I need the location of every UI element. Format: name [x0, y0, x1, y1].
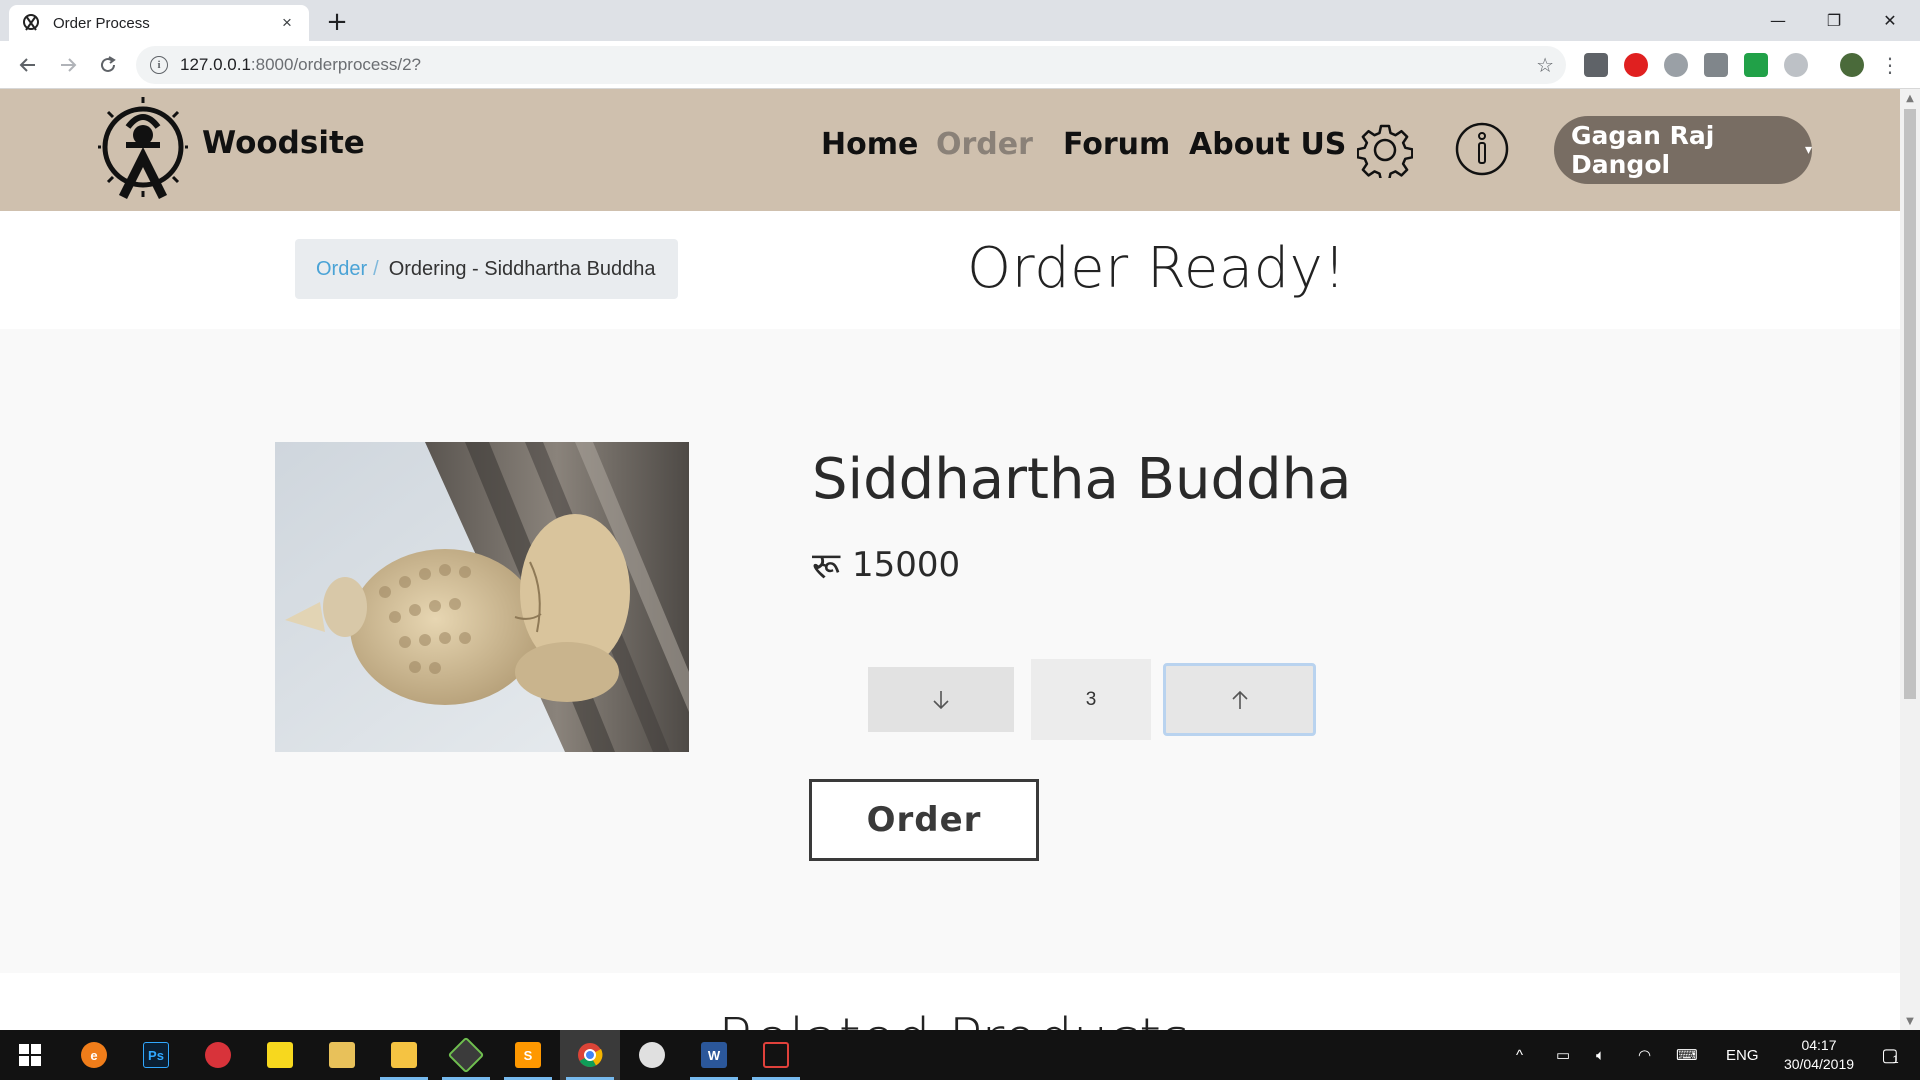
- taskbar-word[interactable]: W: [684, 1030, 744, 1080]
- user-menu-dropdown[interactable]: Gagan Raj Dangol ▾: [1554, 116, 1812, 184]
- volume-icon[interactable]: 🔈︎: [1596, 1030, 1605, 1080]
- taskbar-sticky-notes[interactable]: [250, 1030, 310, 1080]
- browser-menu-icon[interactable]: ⋮: [1880, 53, 1900, 77]
- minimize-button[interactable]: —: [1750, 0, 1806, 41]
- gear-icon[interactable]: [1357, 122, 1413, 178]
- windows-taskbar: e Ps S W ^ ▭ 🔈︎ ◠ ⌨︎ ENG 04:17 30/04/201…: [0, 1030, 1920, 1080]
- chrome-icon: [578, 1043, 603, 1068]
- new-tab-button[interactable]: +: [320, 7, 354, 37]
- taskbar-app-12[interactable]: [746, 1030, 806, 1080]
- app-paint-icon: [639, 1042, 665, 1068]
- sticky-notes-icon: [267, 1042, 293, 1068]
- user-name: Gagan Raj Dangol: [1571, 121, 1715, 179]
- taskbar-app-10[interactable]: [622, 1030, 682, 1080]
- app-red-icon: [205, 1042, 231, 1068]
- taskbar-clock[interactable]: 04:17 30/04/2019: [1776, 1036, 1862, 1074]
- extension-icon-3[interactable]: [1664, 53, 1688, 77]
- product-image: [275, 442, 689, 752]
- address-bar[interactable]: i 127.0.0.1:8000/orderprocess/2? ☆: [136, 46, 1566, 84]
- taskbar-edge[interactable]: e: [64, 1030, 124, 1080]
- scroll-up-icon[interactable]: ▲: [1900, 89, 1920, 107]
- site-navbar: Woodsite Home Order Forum About US Gagan…: [0, 89, 1900, 211]
- windows-logo-icon: [19, 1044, 41, 1066]
- taskbar-sublime[interactable]: S: [498, 1030, 558, 1080]
- tab-title: Order Process: [53, 14, 150, 32]
- keyboard-icon[interactable]: ⌨︎: [1676, 1030, 1698, 1080]
- back-icon[interactable]: [14, 51, 42, 79]
- wifi-icon[interactable]: ◠: [1638, 1030, 1651, 1080]
- forward-icon[interactable]: [54, 51, 82, 79]
- notification-count: 1: [1892, 1054, 1899, 1066]
- price-value: 15000: [851, 544, 961, 585]
- taskbar-app-7[interactable]: [436, 1030, 496, 1080]
- taskbar-app-5[interactable]: [312, 1030, 372, 1080]
- word-icon: W: [701, 1042, 727, 1068]
- notification-center-icon[interactable]: ▢ 1: [1870, 1030, 1910, 1080]
- product-name: Siddhartha Buddha: [812, 447, 1352, 512]
- browser-toolbar: i 127.0.0.1:8000/orderprocess/2? ☆ ⋮: [0, 41, 1920, 89]
- scrollbar-thumb[interactable]: [1904, 109, 1916, 699]
- order-button[interactable]: Order: [809, 779, 1039, 861]
- related-products-heading: Related Products: [718, 1007, 1190, 1030]
- start-button[interactable]: [0, 1030, 60, 1080]
- site-favicon-icon: [23, 14, 39, 31]
- app-phone-icon: [763, 1042, 789, 1068]
- page-scrollbar[interactable]: ▲ ▼: [1900, 89, 1920, 1030]
- nav-forum-link[interactable]: Forum: [1063, 127, 1170, 162]
- brand-name[interactable]: Woodsite: [202, 125, 365, 161]
- clock-time: 04:17: [1801, 1037, 1837, 1053]
- folder-icon: [391, 1042, 417, 1068]
- currency-symbol: रू: [812, 546, 840, 587]
- photoshop-icon: Ps: [143, 1042, 169, 1068]
- app-diamond-icon: [447, 1036, 485, 1074]
- arrow-down-icon: [933, 690, 949, 709]
- battery-icon[interactable]: ▭: [1556, 1030, 1570, 1080]
- clock-date: 30/04/2019: [1783, 1056, 1855, 1072]
- taskbar-photoshop[interactable]: Ps: [126, 1030, 186, 1080]
- profile-avatar[interactable]: [1840, 53, 1864, 77]
- info-icon[interactable]: [1455, 122, 1509, 176]
- heading-section: Order / Ordering - Siddhartha Buddha Ord…: [0, 211, 1900, 329]
- quantity-increase-button[interactable]: [1163, 663, 1316, 736]
- edge-icon: e: [81, 1042, 107, 1068]
- woodsite-logo-icon[interactable]: [98, 97, 188, 201]
- sublime-text-icon: S: [515, 1042, 541, 1068]
- maximize-button[interactable]: ❐: [1806, 0, 1862, 41]
- scroll-down-icon[interactable]: ▼: [1900, 1012, 1920, 1030]
- taskbar-file-explorer[interactable]: [374, 1030, 434, 1080]
- close-window-button[interactable]: ✕: [1862, 0, 1918, 41]
- site-info-icon[interactable]: i: [150, 56, 168, 74]
- show-hidden-icons[interactable]: ^: [1516, 1030, 1540, 1080]
- web-page: Woodsite Home Order Forum About US Gagan…: [0, 89, 1900, 1030]
- arrow-up-icon: [1231, 690, 1248, 709]
- extension-icon-4[interactable]: [1704, 53, 1728, 77]
- browser-tabstrip: Order Process × + — ❐ ✕: [0, 0, 1920, 41]
- extension-icon-6[interactable]: [1784, 53, 1808, 77]
- opera-extension-icon[interactable]: [1624, 53, 1648, 77]
- bookmark-star-icon[interactable]: ☆: [1536, 53, 1554, 77]
- tab-close-icon[interactable]: ×: [277, 13, 297, 33]
- quantity-decrease-button[interactable]: [868, 667, 1014, 732]
- taskbar-app-3[interactable]: [188, 1030, 248, 1080]
- taskbar-chrome[interactable]: [560, 1030, 620, 1080]
- page-title: Order Ready!: [967, 236, 1347, 301]
- nav-home-link[interactable]: Home: [821, 127, 918, 162]
- url-path: :8000/orderprocess/2?: [250, 55, 422, 74]
- browser-tab[interactable]: Order Process ×: [9, 5, 309, 41]
- nav-about-link[interactable]: About US: [1189, 127, 1346, 162]
- reload-icon[interactable]: [94, 51, 122, 79]
- quantity-field[interactable]: 3: [1031, 659, 1151, 740]
- chevron-down-icon: ▾: [1804, 142, 1812, 158]
- facebook-extension-icon[interactable]: [1584, 53, 1608, 77]
- notes-icon: [329, 1042, 355, 1068]
- url-host: 127.0.0.1: [180, 55, 251, 74]
- breadcrumb-order-link[interactable]: Order: [316, 258, 367, 281]
- breadcrumb: Order / Ordering - Siddhartha Buddha: [295, 239, 678, 299]
- nav-order-link[interactable]: Order: [936, 127, 1033, 162]
- extension-icon-5[interactable]: [1744, 53, 1768, 77]
- product-price: रू 15000: [812, 540, 960, 589]
- language-indicator[interactable]: ENG: [1726, 1030, 1759, 1080]
- breadcrumb-separator: /: [373, 257, 379, 280]
- breadcrumb-current: Ordering - Siddhartha Buddha: [388, 257, 656, 280]
